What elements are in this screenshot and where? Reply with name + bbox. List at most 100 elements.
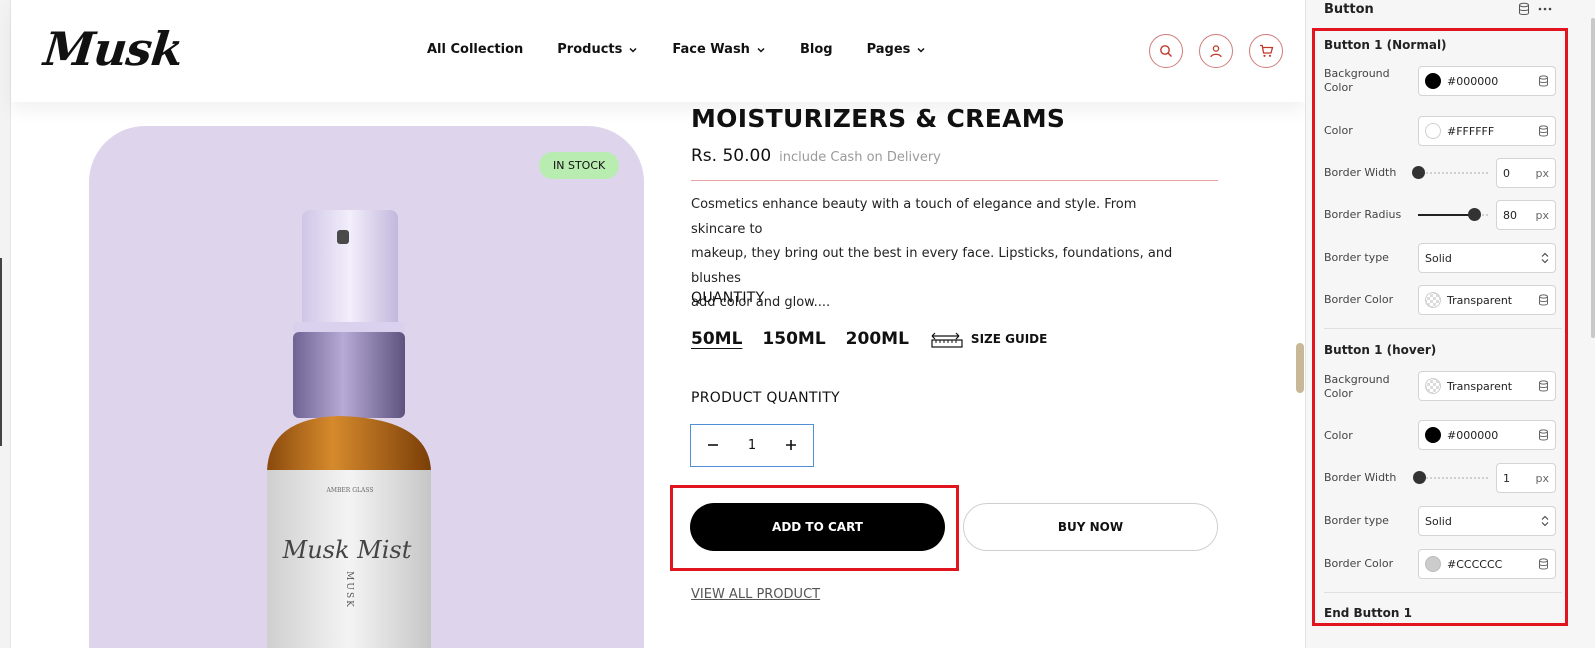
- hover-border-color-field[interactable]: #CCCCCC: [1418, 549, 1556, 579]
- slider-knob[interactable]: [1412, 166, 1425, 179]
- normal-border-type-select[interactable]: Solid: [1418, 243, 1556, 273]
- database-icon[interactable]: [1538, 380, 1549, 392]
- more-options-icon[interactable]: [1538, 7, 1552, 11]
- increase-quantity-button[interactable]: [783, 435, 799, 456]
- hover-border-width-slider[interactable]: [1412, 471, 1488, 485]
- hover-border-type-value: Solid: [1425, 514, 1452, 528]
- section-divider: [1324, 592, 1562, 593]
- hover-border-type-select[interactable]: Solid: [1418, 506, 1556, 536]
- database-icon[interactable]: [1538, 429, 1549, 441]
- slider-knob[interactable]: [1412, 471, 1426, 484]
- normal-border-radius-label: Border Radius: [1324, 208, 1402, 221]
- site-logo[interactable]: Musk: [41, 22, 185, 76]
- normal-color-value: #FFFFFF: [1447, 124, 1495, 138]
- normal-bg-color-field[interactable]: #000000: [1418, 66, 1556, 96]
- color-swatch[interactable]: [1425, 292, 1441, 308]
- search-icon: [1160, 45, 1172, 57]
- hover-border-width-label: Border Width: [1324, 471, 1397, 484]
- database-icon[interactable]: [1538, 125, 1549, 137]
- quantity-label: QUANTITY: [691, 290, 765, 306]
- database-icon[interactable]: [1538, 75, 1549, 87]
- hover-bg-color-label: Background Color: [1324, 373, 1390, 400]
- normal-border-width-input[interactable]: 0 px: [1496, 158, 1556, 188]
- add-to-cart-button[interactable]: ADD TO CART: [690, 503, 945, 551]
- size-option-50ml[interactable]: 50ML: [691, 329, 742, 349]
- section-divider: [1324, 328, 1562, 329]
- normal-border-color-field[interactable]: Transparent: [1418, 285, 1556, 315]
- slider-knob[interactable]: [1468, 208, 1481, 221]
- nav-item-all-collection[interactable]: All Collection: [427, 42, 523, 57]
- user-icon: [1210, 45, 1222, 58]
- decrease-quantity-button[interactable]: [705, 435, 721, 456]
- nav-item-label: Pages: [866, 42, 911, 57]
- hover-border-width-value: 1: [1503, 471, 1510, 485]
- hover-border-width-input[interactable]: 1 px: [1496, 463, 1556, 493]
- cart-button[interactable]: [1249, 34, 1283, 68]
- normal-bg-color-label: Background Color: [1324, 67, 1390, 94]
- hover-color-label: Color: [1324, 429, 1353, 442]
- color-swatch[interactable]: [1425, 73, 1441, 89]
- size-guide-label: SIZE GUIDE: [970, 332, 1048, 346]
- hover-border-color-value: #CCCCCC: [1447, 557, 1503, 571]
- search-button[interactable]: [1149, 34, 1183, 68]
- normal-bg-color-value: #000000: [1447, 74, 1499, 88]
- chevron-down-icon: [629, 47, 637, 53]
- product-quantity-label: PRODUCT QUANTITY: [691, 390, 840, 406]
- hover-bg-color-field[interactable]: Transparent: [1418, 371, 1556, 401]
- panel-header-actions: [1518, 2, 1552, 16]
- normal-border-type-value: Solid: [1425, 251, 1452, 265]
- normal-border-width-value: 0: [1503, 166, 1510, 180]
- nav-item-label: Blog: [799, 42, 833, 57]
- select-arrows-icon: [1541, 252, 1549, 264]
- normal-color-field[interactable]: #FFFFFF: [1418, 116, 1556, 146]
- bottle-vertical-text: MUSK: [344, 571, 354, 609]
- normal-border-radius-value: 80: [1503, 208, 1517, 222]
- database-icon[interactable]: [1518, 2, 1530, 16]
- cart-icon: [1259, 44, 1273, 57]
- nav-item-face-wash[interactable]: Face Wash: [672, 42, 766, 57]
- end-section-title: End Button 1: [1324, 606, 1412, 620]
- view-all-products-link[interactable]: VIEW ALL PRODUCT: [691, 587, 820, 602]
- color-swatch[interactable]: [1425, 427, 1441, 443]
- normal-border-width-slider[interactable]: [1412, 166, 1488, 180]
- size-option-200ml[interactable]: 200ML: [846, 329, 909, 349]
- normal-section-title: Button 1 (Normal): [1324, 38, 1447, 52]
- app-root: Musk All Collection Products Face Wash B…: [0, 0, 1595, 648]
- chevron-down-icon: [757, 47, 765, 53]
- size-guide-link[interactable]: SIZE GUIDE: [931, 330, 1047, 348]
- panel-title: Button: [1324, 2, 1374, 17]
- slider-track: [1418, 477, 1488, 479]
- account-button[interactable]: [1199, 34, 1233, 68]
- quantity-value[interactable]: 1: [748, 438, 756, 453]
- nav-item-label: Products: [557, 42, 623, 57]
- ruler-icon: [931, 332, 963, 348]
- database-icon[interactable]: [1538, 294, 1549, 306]
- nav-item-pages[interactable]: Pages: [867, 42, 927, 57]
- price-row: Rs. 50.00 include Cash on Delivery: [691, 146, 941, 166]
- size-option-150ml[interactable]: 150ML: [762, 329, 825, 349]
- product-price: Rs. 50.00: [691, 146, 772, 166]
- button-settings-panel: Button Button 1 (Normal) Background Colo…: [1305, 0, 1595, 648]
- plus-icon: [786, 440, 796, 450]
- nav-item-products[interactable]: Products: [557, 42, 638, 57]
- normal-border-radius-input[interactable]: 80 px: [1496, 200, 1556, 230]
- panel-scrollbar-thumb[interactable]: [1591, 18, 1595, 338]
- hover-color-field[interactable]: #000000: [1418, 420, 1556, 450]
- chevron-down-icon: [917, 47, 925, 53]
- color-swatch[interactable]: [1425, 123, 1441, 139]
- normal-color-label: Color: [1324, 124, 1353, 137]
- normal-border-type-label: Border type: [1324, 251, 1389, 264]
- nav-item-blog[interactable]: Blog: [800, 42, 833, 57]
- buy-now-button[interactable]: BUY NOW: [963, 503, 1218, 551]
- color-swatch[interactable]: [1425, 556, 1441, 572]
- hover-border-type-label: Border type: [1324, 514, 1389, 527]
- product-description: Cosmetics enhance beauty with a touch of…: [691, 193, 1191, 316]
- unit-label: px: [1535, 471, 1550, 485]
- panel-scrollbar[interactable]: [1590, 0, 1595, 648]
- preview-scrollbar-thumb[interactable]: [1296, 343, 1304, 393]
- database-icon[interactable]: [1538, 558, 1549, 570]
- color-swatch[interactable]: [1425, 378, 1441, 394]
- product-bottle-image: AMBER GLASS Musk Mist MUSK: [267, 210, 431, 648]
- normal-border-radius-slider[interactable]: [1418, 208, 1488, 222]
- product-title: MOISTURIZERS & CREAMS: [691, 104, 1066, 133]
